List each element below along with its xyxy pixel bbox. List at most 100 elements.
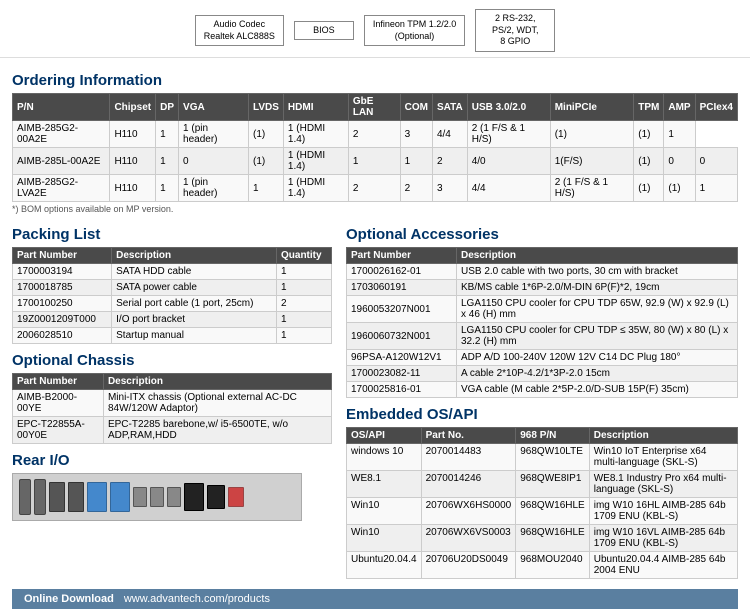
ordering-cell: 4/4: [467, 175, 550, 202]
accessories-cell: 1703060191: [347, 280, 457, 296]
ordering-cell: 2 (1 F/S & 1 H/S): [467, 121, 550, 148]
os-table: OS/APIPart No.968 P/NDescription windows…: [346, 427, 738, 579]
packing-list-title: Packing List: [12, 226, 332, 243]
ordering-cell: 1: [156, 148, 179, 175]
os-cell: 968QW16HLE: [516, 525, 589, 552]
packing-cell: 1: [277, 312, 332, 328]
ordering-cell: 3: [432, 175, 467, 202]
online-download-label: Online Download: [24, 593, 114, 605]
port-lan: [87, 482, 107, 512]
os-cell: 20706WX6VS0003: [421, 525, 516, 552]
port-usb-2: [68, 482, 84, 512]
ordering-col-header: SATA: [432, 94, 467, 121]
port-usb: [49, 482, 65, 512]
chassis-col-header: Part Number: [13, 374, 104, 390]
ordering-cell: (1): [550, 121, 634, 148]
os-cell: Win10 IoT Enterprise x64 multi-language …: [589, 444, 737, 471]
packing-cell: I/O port bracket: [112, 312, 277, 328]
ordering-cell: 1 (HDMI 1.4): [283, 148, 348, 175]
accessories-row: 1700025816-01VGA cable (M cable 2*5P-2.0…: [347, 382, 738, 398]
ordering-cell: 1: [248, 175, 283, 202]
os-row: WE8.12070014246968QWE8IP1WE8.1 Industry …: [347, 471, 738, 498]
ordering-col-header: VGA: [179, 94, 249, 121]
os-cell: Ubuntu20.04.4: [347, 552, 422, 579]
accessories-cell: A cable 2*10P-4.2/1*3P-2.0 15cm: [457, 366, 738, 382]
packing-row: 1700018785SATA power cable1: [13, 280, 332, 296]
packing-row: 2006028510Startup manual1: [13, 328, 332, 344]
accessories-col-header: Part Number: [347, 248, 457, 264]
packing-cell: 2006028510: [13, 328, 112, 344]
accessories-row: 1700023082-11A cable 2*10P-4.2/1*3P-2.0 …: [347, 366, 738, 382]
os-cell: 968QWE8IP1: [516, 471, 589, 498]
ordering-cell: (1): [248, 148, 283, 175]
chassis-cell: EPC-T2285 barebone,w/ i5-6500TE, w/o ADP…: [103, 417, 331, 444]
packing-cell: 1700018785: [13, 280, 112, 296]
ordering-cell: 4/4: [432, 121, 467, 148]
accessories-cell: LGA1150 CPU cooler for CPU TDP ≤ 35W, 80…: [457, 323, 738, 350]
accessories-row: 1700026162-01USB 2.0 cable with two port…: [347, 264, 738, 280]
ordering-col-header: MiniPCIe: [550, 94, 634, 121]
packing-cell: 1: [277, 280, 332, 296]
ordering-cell: 1 (HDMI 1.4): [283, 121, 348, 148]
main-content: Ordering Information P/NChipsetDPVGALVDS…: [0, 58, 750, 615]
os-header: OS/APIPart No.968 P/NDescription: [347, 428, 738, 444]
port-ps2: [19, 479, 31, 515]
packing-cell: SATA HDD cable: [112, 264, 277, 280]
ordering-col-header: HDMI: [283, 94, 348, 121]
accessories-cell: VGA cable (M cable 2*5P-2.0/D-SUB 15P(F)…: [457, 382, 738, 398]
chassis-cell: Mini-ITX chassis (Optional external AC-D…: [103, 390, 331, 417]
packing-cell: Startup manual: [112, 328, 277, 344]
ordering-cell: 0: [179, 148, 249, 175]
os-cell: Ubuntu20.04.4 AIMB-285 64b 2004 ENU: [589, 552, 737, 579]
packing-col-header: Description: [112, 248, 277, 264]
packing-cell: SATA power cable: [112, 280, 277, 296]
ordering-cell: 0: [695, 148, 737, 175]
accessories-cell: 1960053207N001: [347, 296, 457, 323]
ordering-cell: (1): [634, 175, 664, 202]
diagram-boxes: Audio CodecRealtek ALC888S BIOS Infineon…: [195, 9, 555, 52]
ordering-row: AIMB-285L-00A2EH11010(1)1 (HDMI 1.4)1124…: [13, 148, 738, 175]
ordering-col-header: Chipset: [110, 94, 156, 121]
online-download-url[interactable]: www.advantech.com/products: [124, 593, 270, 605]
bom-note: *) BOM options available on MP version.: [12, 204, 738, 214]
packing-col-header: Part Number: [13, 248, 112, 264]
packing-cell: 1700100250: [13, 296, 112, 312]
chassis-row: AIMB-B2000-00YEMini-ITX chassis (Optiona…: [13, 390, 332, 417]
os-col-header: OS/API: [347, 428, 422, 444]
os-row: Ubuntu20.04.420706U20DS0049968MOU2040Ubu…: [347, 552, 738, 579]
ordering-cell: (1): [248, 121, 283, 148]
ordering-cell: 2 (1 F/S & 1 H/S): [550, 175, 634, 202]
accessories-table: Part NumberDescription 1700026162-01USB …: [346, 247, 738, 398]
os-cell: 2070014246: [421, 471, 516, 498]
ordering-col-header: PCIex4: [695, 94, 737, 121]
port-audio2: [150, 487, 164, 507]
accessories-row: 1960053207N001LGA1150 CPU cooler for CPU…: [347, 296, 738, 323]
packing-row: 1700100250Serial port cable (1 port, 25c…: [13, 296, 332, 312]
ordering-cell: 1(F/S): [550, 148, 634, 175]
os-cell: img W10 16VL AIMB-285 64b 1709 ENU (KBL-…: [589, 525, 737, 552]
chassis-row: EPC-T22855A-00Y0EEPC-T2285 barebone,w/ i…: [13, 417, 332, 444]
os-row: Win1020706WX6HS0000968QW16HLEimg W10 16H…: [347, 498, 738, 525]
bios-box: BIOS: [294, 21, 354, 41]
ordering-cell: (1): [634, 121, 664, 148]
rear-io-section: Rear I/O: [12, 452, 332, 521]
chassis-header: Part NumberDescription: [13, 374, 332, 390]
ordering-cell: 1 (HDMI 1.4): [283, 175, 348, 202]
accessories-row: 96PSA-A120W12V1ADP A/D 100-240V 120W 12V…: [347, 350, 738, 366]
accessories-cell: 1700026162-01: [347, 264, 457, 280]
os-cell: WE8.1 Industry Pro x64 multi-language (S…: [589, 471, 737, 498]
packing-list-table: Part NumberDescriptionQuantity 170000319…: [12, 247, 332, 344]
ordering-cell: AIMB-285L-00A2E: [13, 148, 110, 175]
ordering-cell: 2: [400, 175, 432, 202]
ordering-cell: AIMB-285G2-00A2E: [13, 121, 110, 148]
ordering-cell: 1 (pin header): [179, 175, 249, 202]
os-cell: img W10 16HL AIMB-285 64b 1709 ENU (KBL-…: [589, 498, 737, 525]
ordering-cell: 1: [664, 121, 695, 148]
ordering-cell: 2: [348, 121, 400, 148]
packing-cell: 2: [277, 296, 332, 312]
ordering-cell: 1: [348, 148, 400, 175]
packing-cell: 1: [277, 328, 332, 344]
packing-row: 1700003194SATA HDD cable1: [13, 264, 332, 280]
optional-chassis-title: Optional Chassis: [12, 352, 332, 369]
online-download-bar[interactable]: Online Download www.advantech.com/produc…: [12, 589, 738, 609]
